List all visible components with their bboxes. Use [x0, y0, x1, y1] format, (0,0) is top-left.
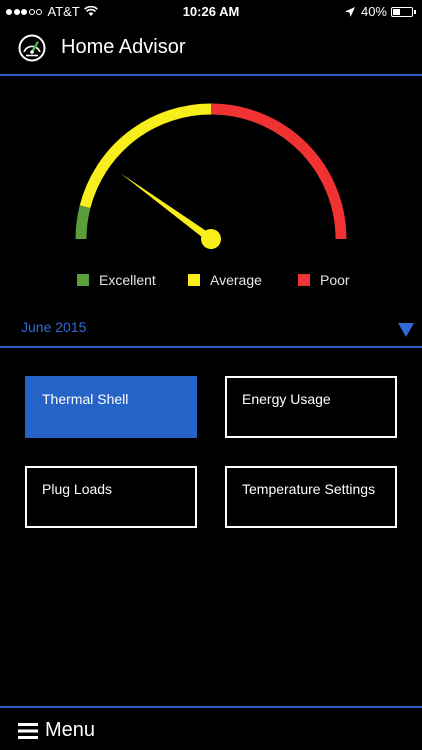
- battery-icon: [391, 6, 413, 17]
- header-divider: [0, 74, 422, 76]
- legend-item-average: Average: [188, 272, 262, 288]
- gauge-needle-hub: [201, 229, 221, 249]
- legend-swatch-excellent: [77, 274, 89, 286]
- date-divider: [0, 346, 422, 348]
- page-title: Home Advisor: [61, 36, 186, 58]
- legend-swatch-poor: [298, 274, 310, 286]
- selected-month[interactable]: June 2015: [21, 319, 86, 335]
- gauge-segment-poor: [210, 103, 347, 240]
- thermal-shell-button[interactable]: Thermal Shell: [25, 376, 197, 438]
- temperature-settings-button[interactable]: Temperature Settings: [225, 466, 397, 528]
- gauge-icon: [18, 34, 46, 62]
- plug-loads-button[interactable]: Plug Loads: [25, 466, 197, 528]
- battery-tip: [414, 9, 416, 14]
- location-arrow-icon: [344, 6, 355, 17]
- battery-fill: [393, 8, 401, 15]
- legend-item-poor: Poor: [298, 272, 350, 288]
- status-right: 40%: [344, 4, 416, 19]
- legend-swatch-average: [188, 274, 200, 286]
- energy-usage-button[interactable]: Energy Usage: [225, 376, 397, 438]
- dropdown-triangle-icon[interactable]: [398, 323, 414, 337]
- legend-item-excellent: Excellent: [77, 272, 156, 288]
- legend-label-excellent: Excellent: [99, 272, 156, 288]
- gauge-legend: Excellent Average Poor: [0, 272, 422, 292]
- hamburger-menu-icon[interactable]: [18, 723, 38, 739]
- date-selector[interactable]: June 2015: [0, 310, 422, 346]
- battery-percentage: 40%: [360, 4, 387, 19]
- app-header: Home Advisor: [0, 22, 422, 75]
- gauge-needle: [120, 173, 214, 243]
- gauge-segment-excellent: [75, 205, 91, 240]
- menu-label[interactable]: Menu: [45, 719, 95, 742]
- menu-button[interactable]: Menu: [0, 708, 422, 750]
- status-bar: AT&T 10:26 AM 40%: [0, 0, 422, 22]
- rating-gauge: [75, 103, 347, 249]
- legend-label-average: Average: [210, 272, 262, 288]
- legend-label-poor: Poor: [320, 272, 350, 288]
